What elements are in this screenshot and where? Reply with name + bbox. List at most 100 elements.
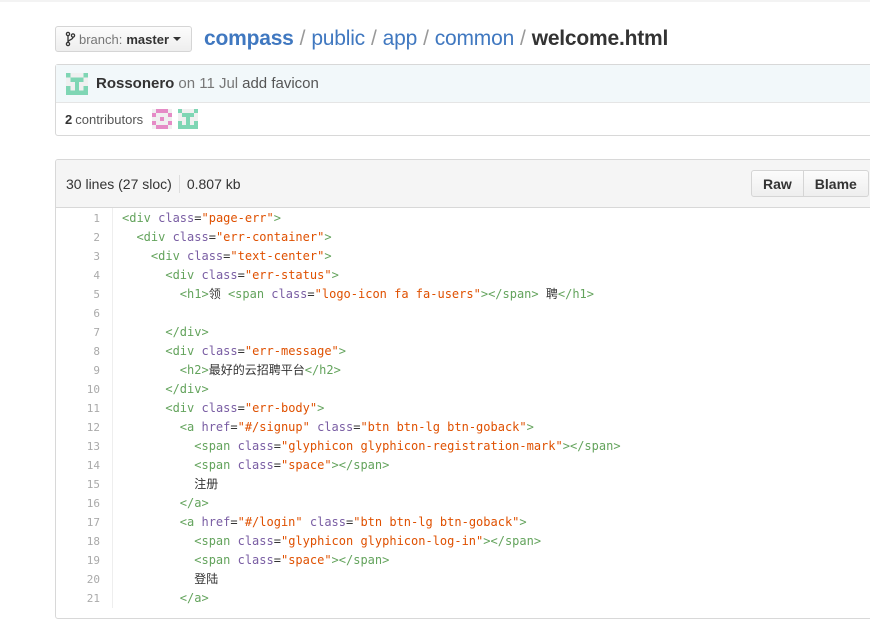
code-token: > <box>324 230 332 244</box>
code-text: <h1>领 <span class="logo-icon fa fa-users… <box>112 285 594 304</box>
code-line: 5 <h1>领 <span class="logo-icon fa fa-use… <box>56 285 870 304</box>
code-text: </div> <box>112 323 209 342</box>
line-number[interactable]: 9 <box>56 361 112 380</box>
code-token: <div <box>150 249 180 263</box>
line-number[interactable]: 12 <box>56 418 112 437</box>
code-lines: 1 <div class="page-err"> 2 <div class="err… <box>56 208 870 608</box>
code-token: "err-message" <box>244 344 339 358</box>
breadcrumb-public-link[interactable]: public <box>311 27 365 51</box>
line-number[interactable]: 11 <box>56 399 112 418</box>
code-token: > <box>338 344 347 358</box>
line-number[interactable]: 18 <box>56 532 112 551</box>
branch-icon <box>65 31 76 47</box>
line-number[interactable]: 13 <box>56 437 112 456</box>
code-token: <span <box>227 287 265 301</box>
code-text: <div class="text-center"> <box>112 247 332 266</box>
line-number[interactable]: 1 <box>56 209 112 228</box>
code-token: <span <box>194 439 231 453</box>
line-number[interactable]: 17 <box>56 513 112 532</box>
code-token: = <box>273 439 281 453</box>
branch-selector-button[interactable]: branch: master <box>55 26 193 52</box>
raw-button[interactable]: Raw <box>751 170 804 197</box>
code-token: </h2> <box>304 363 341 377</box>
line-number[interactable]: 5 <box>56 285 112 304</box>
code-line: 19 <span class="space"></span> <box>56 551 870 570</box>
line-number[interactable]: 10 <box>56 380 112 399</box>
author-avatar[interactable] <box>66 72 88 95</box>
contributor-avatar-pink[interactable] <box>152 109 173 129</box>
code-line: 8 <div class="err-message"> <box>56 342 870 361</box>
code-text: 登陆 <box>112 570 218 589</box>
code-token: class <box>150 211 195 225</box>
code-line: 14 <span class="space"></span> <box>56 456 870 475</box>
code-text: <div class="err-message"> <box>112 342 346 361</box>
code-text: <div class="page-err"> <box>112 209 281 228</box>
line-number[interactable]: 8 <box>56 342 112 361</box>
line-number[interactable]: 4 <box>56 266 112 285</box>
code-token: = <box>230 420 238 434</box>
code-token: </span> <box>488 287 539 301</box>
breadcrumb-separator: / <box>370 27 377 50</box>
code-line: 18 <span class="glyphicon glyphicon-log-… <box>56 532 870 551</box>
contributors-row: 2 contributors <box>56 103 870 135</box>
code-token: = <box>194 211 202 225</box>
breadcrumb-common-link[interactable]: common <box>435 27 515 51</box>
code-text: <div class="err-container"> <box>112 228 332 247</box>
line-number[interactable]: 6 <box>56 304 112 323</box>
code-token: > <box>273 211 281 225</box>
line-number[interactable]: 14 <box>56 456 112 475</box>
code-token: class <box>230 458 274 472</box>
code-text: <span class="space"></span> <box>112 456 389 475</box>
commit-message-link[interactable]: add favicon <box>242 75 319 92</box>
code-token: <a <box>179 515 195 529</box>
code-token: <a <box>179 420 195 434</box>
code-token: "space" <box>280 458 332 472</box>
contributors-count[interactable]: 2 <box>65 112 72 127</box>
code-text: 注册 <box>112 475 218 494</box>
code-token: </a> <box>179 496 209 510</box>
contributor-avatar-green[interactable] <box>178 109 199 129</box>
blame-button[interactable]: Blame <box>803 170 869 197</box>
code-token: = <box>237 401 245 415</box>
code-token: "btn btn-lg btn-goback" <box>360 420 527 434</box>
breadcrumb-separator: / <box>520 27 526 50</box>
code-token: <h1> <box>179 287 209 301</box>
code-token: class <box>302 515 346 529</box>
breadcrumb: compass / public / app / common / welcom… <box>204 27 668 51</box>
code-token: <span <box>194 553 231 567</box>
code-line: 9 <h2>最好的云招聘平台</h2> <box>56 361 870 380</box>
code-token: href <box>194 515 231 529</box>
code-token: "err-status" <box>244 268 332 282</box>
line-number[interactable]: 7 <box>56 323 112 342</box>
line-number[interactable]: 19 <box>56 551 112 570</box>
code-token: "err-body" <box>244 401 318 415</box>
code-token: > <box>519 515 527 529</box>
code-line: 20 登陆 <box>56 570 870 589</box>
code-token: 登陆 <box>122 572 219 586</box>
code-token: <div <box>165 401 195 415</box>
code-token: = <box>307 287 315 301</box>
code-token: class <box>230 553 274 567</box>
line-number[interactable]: 16 <box>56 494 112 513</box>
line-number[interactable]: 20 <box>56 570 112 589</box>
code-line: 17 <a href="#/login" class="btn btn-lg b… <box>56 513 870 532</box>
line-number[interactable]: 15 <box>56 475 112 494</box>
code-token: "space" <box>280 553 332 567</box>
line-number[interactable]: 3 <box>56 247 112 266</box>
code-token: > <box>331 458 339 472</box>
commit-author-link[interactable]: Rossonero <box>96 75 174 92</box>
breadcrumb-repo-link[interactable]: compass <box>204 27 294 51</box>
code-token: </div> <box>165 325 209 339</box>
code-line: 10 </div> <box>56 380 870 399</box>
code-token: </a> <box>179 591 209 605</box>
file-name: welcome.html <box>531 27 669 50</box>
breadcrumb-app-link[interactable]: app <box>383 27 418 51</box>
line-number[interactable]: 2 <box>56 228 112 247</box>
line-number[interactable]: 21 <box>56 589 112 608</box>
